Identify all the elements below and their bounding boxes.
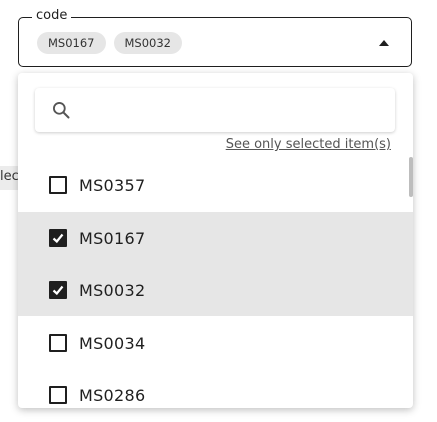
option-label: MS0032 bbox=[79, 280, 146, 300]
option-ms0032[interactable]: MS0032 bbox=[18, 264, 413, 316]
checkbox-unchecked[interactable] bbox=[49, 176, 67, 194]
field-label: code bbox=[32, 8, 72, 24]
checkbox-unchecked[interactable] bbox=[49, 386, 67, 404]
option-label: MS0167 bbox=[79, 228, 146, 248]
option-ms0357[interactable]: MS0357 bbox=[18, 159, 413, 211]
checkbox-unchecked[interactable] bbox=[49, 334, 67, 352]
checkbox-checked[interactable] bbox=[49, 281, 67, 299]
dropdown-panel: See only selected item(s) MS0357 MS0167 … bbox=[18, 73, 413, 408]
caret-up-icon[interactable] bbox=[379, 40, 389, 46]
search-icon bbox=[53, 102, 70, 119]
code-multiselect-field[interactable]: MS0167 MS0032 bbox=[18, 17, 412, 67]
checkbox-checked[interactable] bbox=[49, 229, 67, 247]
option-ms0034[interactable]: MS0034 bbox=[18, 317, 413, 369]
selected-chips: MS0167 MS0032 bbox=[37, 32, 182, 54]
checkmark-icon bbox=[52, 285, 64, 296]
chip-ms0032[interactable]: MS0032 bbox=[113, 32, 182, 54]
checkmark-icon bbox=[52, 233, 64, 244]
option-label: MS0357 bbox=[79, 175, 146, 195]
option-label: MS0034 bbox=[79, 333, 146, 353]
option-label: MS0286 bbox=[79, 385, 146, 405]
background-fragment-text: lec bbox=[0, 166, 18, 190]
option-ms0167[interactable]: MS0167 bbox=[18, 212, 413, 264]
chip-ms0167[interactable]: MS0167 bbox=[37, 32, 106, 54]
option-ms0286[interactable]: MS0286 bbox=[18, 369, 413, 408]
search-input[interactable] bbox=[35, 88, 395, 132]
see-only-selected-link[interactable]: See only selected item(s) bbox=[226, 137, 391, 152]
